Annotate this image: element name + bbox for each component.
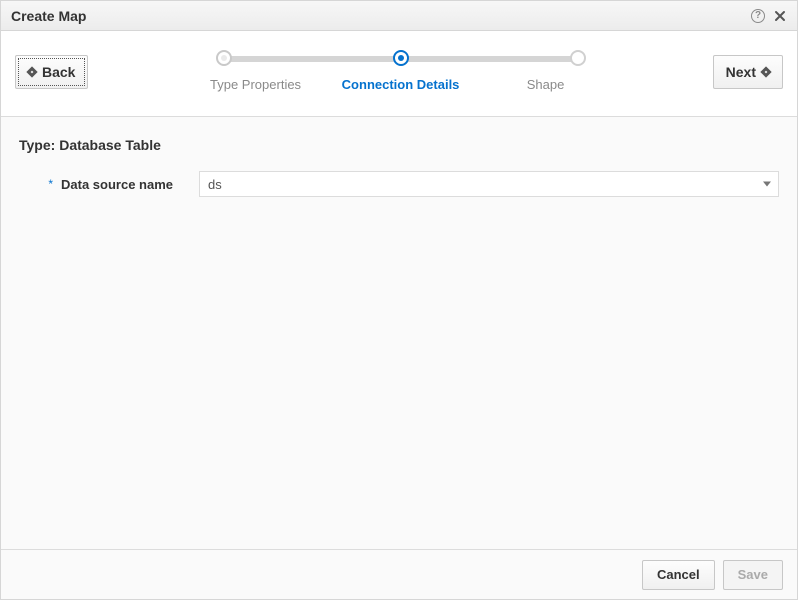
type-value: Database Table	[59, 137, 161, 153]
next-button[interactable]: Next	[713, 55, 783, 89]
cancel-button-label: Cancel	[657, 567, 700, 582]
data-source-select[interactable]: ds	[199, 171, 779, 197]
step-dot-type-properties[interactable]	[216, 50, 232, 66]
chevron-right-icon	[760, 66, 771, 77]
footer: Cancel Save	[1, 549, 797, 599]
required-indicator: *	[43, 177, 53, 191]
step-dot-connection-details[interactable]	[393, 50, 409, 66]
type-prefix: Type:	[19, 137, 55, 153]
back-button[interactable]: Back	[15, 55, 88, 89]
help-icon[interactable]: ?	[749, 7, 767, 25]
close-icon[interactable]	[771, 7, 789, 25]
type-line: Type: Database Table	[19, 137, 779, 153]
chevron-down-icon	[763, 182, 771, 187]
back-button-label: Back	[42, 64, 75, 80]
dialog-title: Create Map	[11, 8, 745, 24]
next-button-label: Next	[726, 64, 756, 80]
step-track	[216, 45, 586, 71]
data-source-value: ds	[208, 177, 222, 192]
wizard-bar: Back Type Properties Connection Details …	[1, 31, 797, 117]
step-label-type-properties: Type Properties	[186, 77, 326, 92]
step-label-shape: Shape	[476, 77, 616, 92]
content-area: Type: Database Table * Data source name …	[1, 117, 797, 549]
step-dot-shape[interactable]	[570, 50, 586, 66]
save-button: Save	[723, 560, 783, 590]
data-source-row: * Data source name ds	[19, 171, 779, 197]
save-button-label: Save	[738, 567, 768, 582]
step-labels: Type Properties Connection Details Shape	[186, 77, 616, 92]
chevron-left-icon	[26, 66, 37, 77]
title-bar: Create Map ?	[1, 1, 797, 31]
create-map-dialog: Create Map ? Back Type Properties Conne	[0, 0, 798, 600]
data-source-label: Data source name	[61, 177, 191, 192]
wizard-steps: Type Properties Connection Details Shape	[88, 45, 712, 92]
cancel-button[interactable]: Cancel	[642, 560, 715, 590]
step-label-connection-details: Connection Details	[331, 77, 471, 92]
